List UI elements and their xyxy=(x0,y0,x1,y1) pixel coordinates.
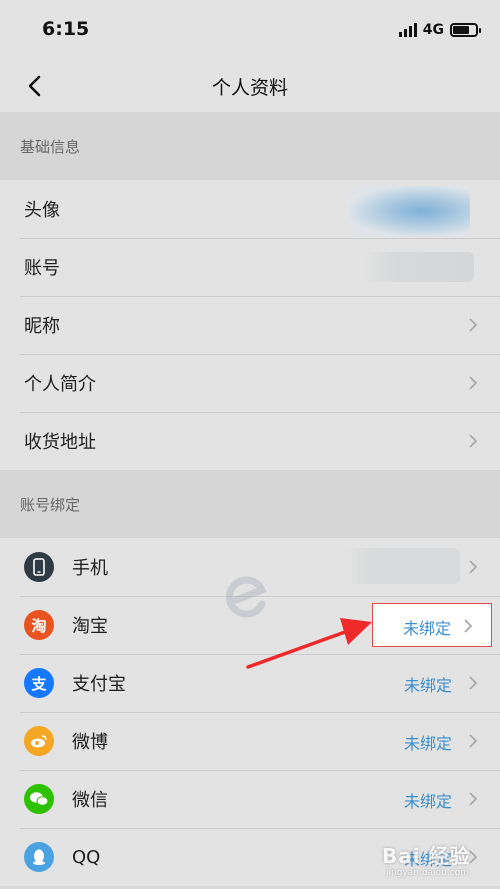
basic-info-list: 头像 账号 昵称 个人简介 收货地址 xyxy=(0,180,500,470)
row-label: 支付宝 xyxy=(72,674,126,695)
avatar xyxy=(350,186,470,236)
row-label: 收货地址 xyxy=(24,432,96,453)
section-header-basic: 基础信息 xyxy=(0,112,500,180)
row-label: 手机 xyxy=(72,558,108,579)
battery-icon xyxy=(450,23,481,37)
row-weibo[interactable]: 微博 未绑定 xyxy=(0,712,500,770)
chevron-right-icon xyxy=(468,559,478,575)
baidu-watermark: Bai 经验 jingyan.baidu.com xyxy=(382,832,494,882)
row-label: 个人简介 xyxy=(24,374,96,395)
row-alipay[interactable]: 支 支付宝 未绑定 xyxy=(0,654,500,712)
section-header-binding: 账号绑定 xyxy=(0,470,500,538)
row-label: 淘宝 xyxy=(72,616,108,637)
binding-status: 未绑定 xyxy=(403,619,452,638)
account-value-redacted xyxy=(364,252,474,282)
taobao-bind-highlight[interactable]: 未绑定 xyxy=(372,603,492,647)
status-bar: 6:15 4G xyxy=(0,0,500,60)
row-label: 昵称 xyxy=(24,316,60,337)
watermark-logo-icon xyxy=(226,576,267,618)
chevron-right-icon xyxy=(468,433,478,449)
row-label: 账号 xyxy=(24,258,60,279)
phone-value-redacted xyxy=(345,548,460,584)
binding-status: 未绑定 xyxy=(403,676,452,695)
taobao-icon: 淘 xyxy=(24,610,54,640)
row-label: QQ xyxy=(72,846,101,868)
binding-status: 未绑定 xyxy=(403,734,452,753)
page-title: 个人资料 xyxy=(211,77,288,99)
row-address[interactable]: 收货地址 xyxy=(0,412,500,470)
chevron-right-icon xyxy=(468,733,478,749)
phone-icon xyxy=(24,552,54,582)
binding-status: 未绑定 xyxy=(403,792,452,811)
row-bio[interactable]: 个人简介 xyxy=(0,354,500,412)
network-label: 4G xyxy=(422,22,444,38)
wechat-icon xyxy=(24,784,54,814)
chevron-right-icon xyxy=(468,791,478,807)
row-label: 微信 xyxy=(72,790,108,811)
status-time: 6:15 xyxy=(42,18,90,40)
watermark-brand: Bai 经验 xyxy=(382,844,471,868)
status-icons: 4G xyxy=(398,20,481,40)
row-nickname[interactable]: 昵称 xyxy=(0,296,500,354)
qq-icon xyxy=(24,842,54,872)
chevron-right-icon xyxy=(468,675,478,691)
watermark-url: jingyan.baidu.com xyxy=(386,868,470,878)
chevron-right-icon xyxy=(463,618,473,638)
row-label: 头像 xyxy=(24,200,60,221)
row-wechat[interactable]: 微信 未绑定 xyxy=(0,770,500,828)
nav-bar: 个人资料 xyxy=(0,60,500,112)
chevron-right-icon xyxy=(468,317,478,333)
chevron-right-icon xyxy=(468,375,478,391)
weibo-icon xyxy=(24,726,54,756)
alipay-icon: 支 xyxy=(24,668,54,698)
row-label: 微博 xyxy=(72,732,108,753)
signal-icon xyxy=(398,23,417,37)
row-account[interactable]: 账号 xyxy=(0,238,500,296)
row-avatar[interactable]: 头像 xyxy=(0,180,500,238)
